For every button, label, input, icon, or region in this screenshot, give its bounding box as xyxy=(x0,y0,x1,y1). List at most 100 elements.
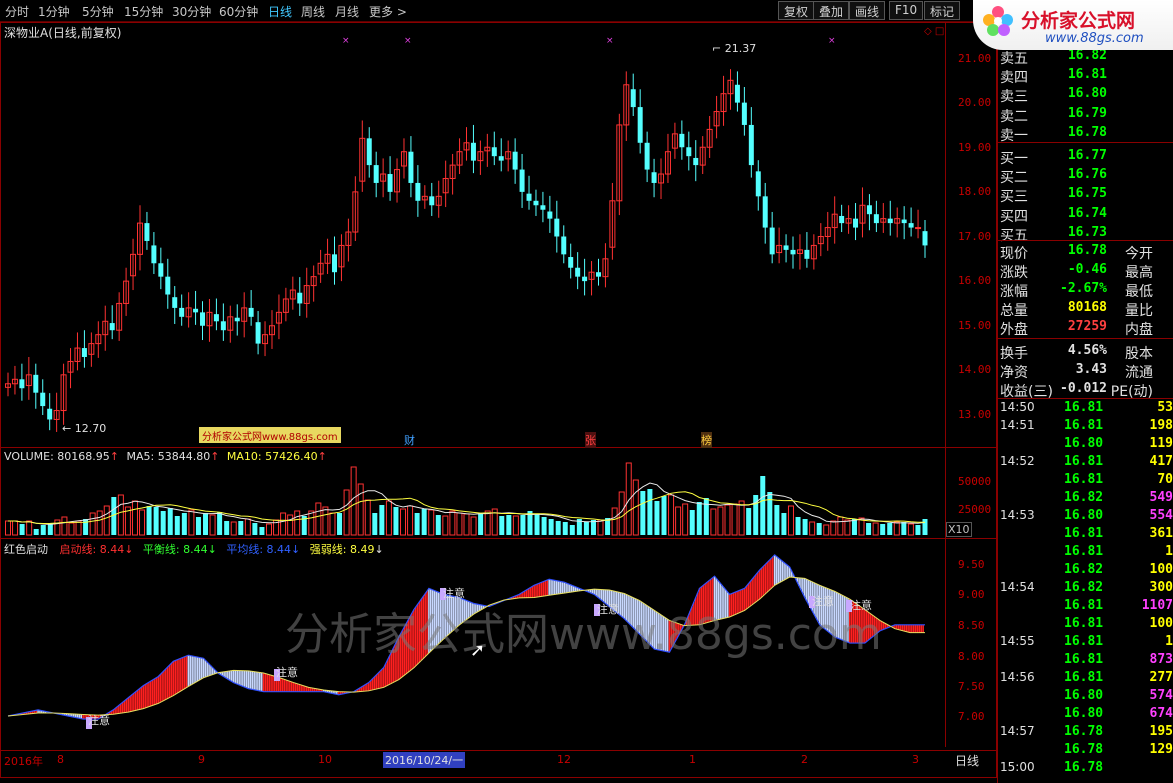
period-tab-monthly[interactable]: 月线 xyxy=(335,3,359,20)
candle-body xyxy=(415,182,421,201)
volume-bar xyxy=(83,519,89,535)
candle-body xyxy=(193,308,199,313)
period-tab-1min[interactable]: 1分钟 xyxy=(38,3,70,20)
tick-volume: 1 xyxy=(1165,544,1173,559)
volume-bar xyxy=(795,517,801,535)
order-book-row[interactable]: 卖二 16.79 xyxy=(998,106,1173,125)
adjust-button[interactable]: 复权 xyxy=(778,1,815,20)
volume-bar xyxy=(823,524,830,536)
volume-bar xyxy=(731,503,738,536)
volume-bar xyxy=(907,523,914,536)
candle-body xyxy=(158,263,164,277)
volume-bar xyxy=(244,518,251,536)
quote-row: 换手 4.56% 股本 xyxy=(998,343,1173,362)
tick-price: 16.81 xyxy=(1064,400,1104,415)
quote-row: 净资 3.43 流通 xyxy=(998,362,1173,381)
tick-volume: 300 xyxy=(1149,580,1173,595)
candle-body xyxy=(33,374,39,393)
event-marker-limit[interactable]: 张 xyxy=(585,432,596,448)
volume-bar xyxy=(280,512,287,536)
period-tab-60min[interactable]: 60分钟 xyxy=(219,3,258,20)
volume-bar xyxy=(19,524,25,535)
quote-value: -0.012 xyxy=(1060,381,1107,396)
tick-volume: 361 xyxy=(1149,526,1173,541)
candle-body xyxy=(755,171,761,197)
order-book-row[interactable]: 卖五 16.82 xyxy=(998,48,1173,67)
order-book-row[interactable]: 买二 16.76 xyxy=(998,167,1173,186)
order-book-label: 卖四 xyxy=(1000,70,1028,87)
period-tab-fenshi[interactable]: 分时 xyxy=(5,3,29,20)
period-tab-5min[interactable]: 5分钟 xyxy=(82,3,114,20)
tick-time: 14:52 xyxy=(1000,454,1035,468)
candle-body xyxy=(498,156,504,161)
draw-line-button[interactable]: 画线 xyxy=(849,1,886,20)
ad-box[interactable]: 分析家公式网www.88gs.com xyxy=(199,427,341,443)
mark-button[interactable]: 标记 xyxy=(924,1,961,20)
volume-bar xyxy=(153,507,159,535)
period-tab-weekly[interactable]: 周线 xyxy=(301,3,325,20)
tick-price: 16.81 xyxy=(1064,598,1104,613)
chart-canvas[interactable] xyxy=(0,22,945,747)
indicator-tick: 7.00 xyxy=(958,710,985,723)
order-book-row[interactable]: 卖一 16.78 xyxy=(998,125,1173,144)
period-tab-15min[interactable]: 15分钟 xyxy=(124,3,163,20)
candle-body xyxy=(429,196,435,206)
event-dot: × xyxy=(828,36,836,46)
period-tab-more[interactable]: 更多 > xyxy=(369,3,407,20)
volume-bar xyxy=(675,506,682,536)
volume-bar xyxy=(583,522,589,535)
volume-bar xyxy=(787,505,794,536)
event-marker-finance[interactable]: 财 xyxy=(404,432,415,448)
tick-volume: 554 xyxy=(1149,508,1173,523)
volume-bar xyxy=(470,516,477,536)
tick-volume: 70 xyxy=(1157,472,1173,487)
candle-body xyxy=(644,142,650,170)
period-tab-30min[interactable]: 30分钟 xyxy=(172,3,211,20)
volume-ma10-line xyxy=(8,491,925,525)
volume-bar xyxy=(224,521,230,535)
volume-bar xyxy=(75,520,82,536)
volume-bar xyxy=(654,501,660,535)
site-logo: 分析家公式网 www.88gs.com xyxy=(973,0,1173,50)
date-tick: 1 xyxy=(689,753,696,766)
quote-label: 换手 xyxy=(1000,346,1028,362)
order-book-row[interactable]: 买四 16.74 xyxy=(998,206,1173,225)
candle-body xyxy=(248,307,254,317)
quote-value: 27259 xyxy=(1067,319,1107,334)
date-tick: 9 xyxy=(198,753,205,766)
order-book-row[interactable]: 卖三 16.80 xyxy=(998,86,1173,105)
candle-body xyxy=(533,200,539,206)
volume-bar xyxy=(816,523,822,535)
order-book-row[interactable]: 卖四 16.81 xyxy=(998,67,1173,86)
f10-button[interactable]: F10 xyxy=(889,1,924,20)
order-book-row[interactable]: 买一 16.77 xyxy=(998,148,1173,167)
logo-url[interactable]: www.88gs.com xyxy=(1045,31,1144,46)
candle-body xyxy=(512,151,518,170)
tick-row: 14:53 16.80 554 xyxy=(998,508,1173,526)
volume-bar xyxy=(901,522,907,535)
high-price-label: 21.37 xyxy=(724,42,757,55)
quote-row: 总量 80168 量比 xyxy=(998,300,1173,319)
tick-price: 16.81 xyxy=(1064,454,1104,469)
tick-price: 16.82 xyxy=(1064,562,1104,577)
period-tab-daily[interactable]: 日线 xyxy=(268,3,292,20)
volume-bar xyxy=(611,507,618,536)
candle-body xyxy=(693,157,699,166)
event-marker-list[interactable]: 榜 xyxy=(701,432,712,448)
order-book-row[interactable]: 买三 16.75 xyxy=(998,186,1173,205)
order-book-price: 16.74 xyxy=(1067,205,1107,221)
candle-body xyxy=(783,245,789,250)
tick-row: 16.81 873 xyxy=(998,652,1173,670)
quote-row: 现价 16.78 今开 xyxy=(998,243,1173,262)
period-label[interactable]: 日线 xyxy=(955,752,979,769)
overlay-button[interactable]: 叠加 xyxy=(813,1,850,20)
indicator-tick: 9.50 xyxy=(958,558,985,571)
candle-body xyxy=(540,205,546,210)
volume-bar xyxy=(548,519,554,535)
indicator-legend: 红色启动 启动线: 8.44↓ 平衡线: 8.44↓ 平均线: 8.44↓ 强弱… xyxy=(4,543,384,556)
candle-body xyxy=(741,102,747,125)
volume-tick: 25000 xyxy=(958,503,992,516)
tick-volume: 119 xyxy=(1149,436,1173,451)
price-tick: 16.00 xyxy=(958,274,992,287)
volume-bar xyxy=(512,515,519,536)
